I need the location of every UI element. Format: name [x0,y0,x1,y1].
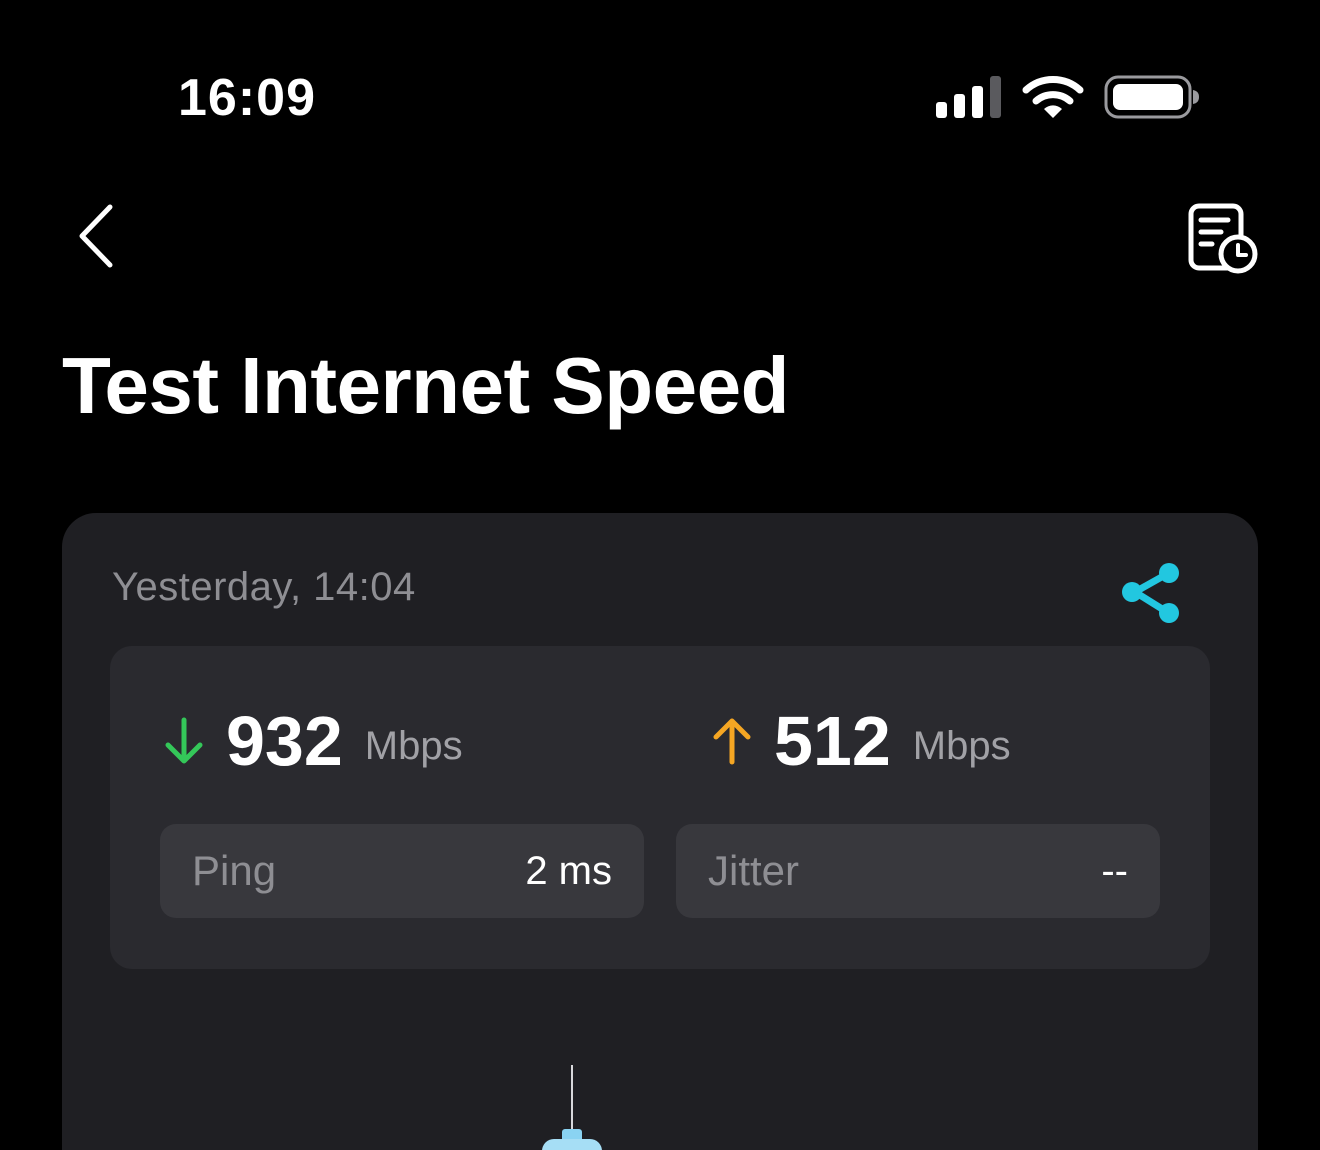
chevron-left-icon [79,204,113,268]
speed-result-card: Yesterday, 14:04 932 Mbps 512 Mbps Ping … [62,513,1258,1150]
jitter-label: Jitter [708,847,800,894]
share-button[interactable] [1112,553,1192,633]
jitter-value: -- [1101,848,1128,893]
battery-icon [1104,75,1199,119]
arrow-down-icon [165,717,203,764]
status-time: 16:09 [178,69,316,127]
download-speed: 932 Mbps [162,696,463,786]
upload-unit: Mbps [912,723,1011,768]
upload-speed: 512 Mbps [710,696,1011,786]
jitter-metric: Jitter -- [676,824,1160,918]
cellular-signal-icon [936,76,1001,118]
history-report-icon [1188,203,1258,274]
ping-label: Ping [192,847,277,894]
history-button[interactable] [1180,196,1264,280]
back-button[interactable] [60,196,132,276]
result-date: Yesterday, 14:04 [112,565,416,609]
ping-metric: Ping 2 ms [160,824,644,918]
arrow-up-icon [713,718,751,765]
ping-value: 2 ms [525,848,612,893]
page-title: Test Internet Speed [62,341,789,430]
wifi-icon [1022,76,1084,118]
upload-value: 512 [774,702,891,780]
app-screen: 16:09 Test Internet Speed Yesterday, 14:… [0,0,1320,1150]
speed-summary-panel: 932 Mbps 512 Mbps Ping 2 ms Jitter -- [110,646,1210,969]
download-unit: Mbps [364,723,463,768]
share-icon [1122,563,1179,623]
download-value: 932 [226,702,343,780]
gauge-needle-icon [542,1065,602,1150]
